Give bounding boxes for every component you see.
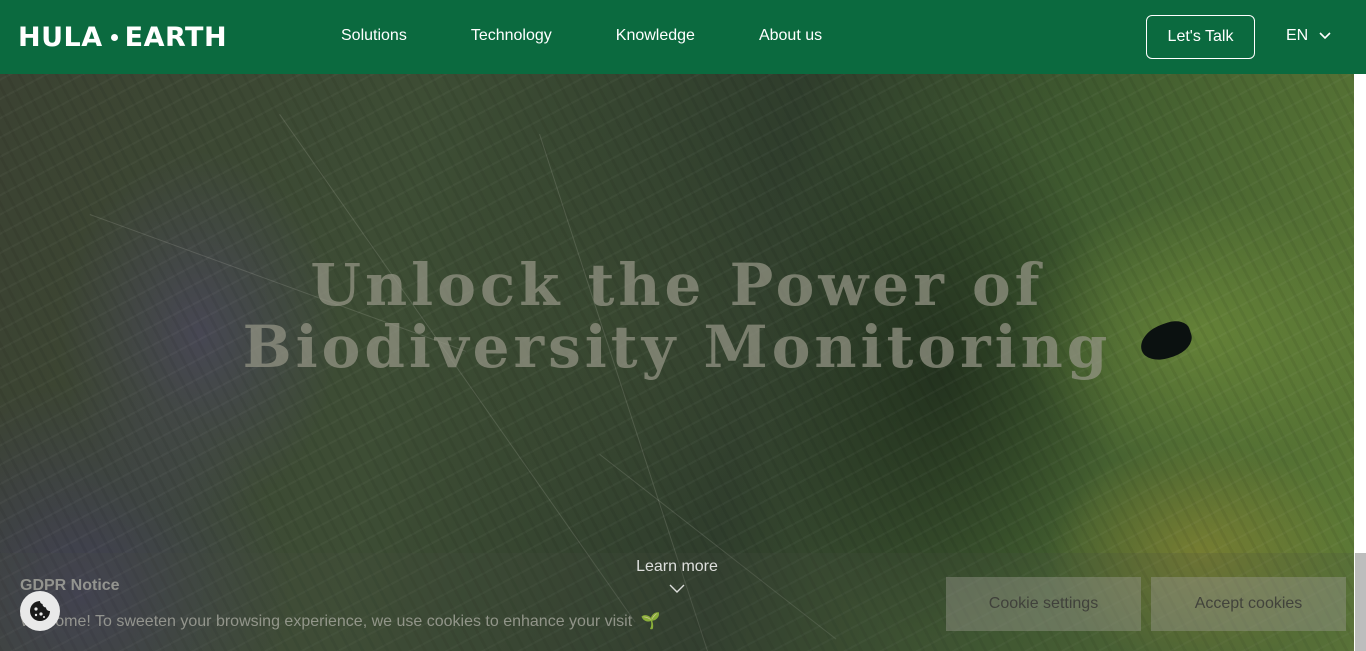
language-label: EN	[1286, 27, 1309, 44]
scrollbar-thumb[interactable]	[1355, 553, 1366, 651]
hula-earth-logo[interactable]: HULA EARTH	[18, 21, 228, 53]
logo-text-right: EARTH	[124, 21, 228, 53]
logo-dot	[110, 33, 118, 41]
logo-text-left: HULA	[18, 21, 103, 53]
nav-knowledge[interactable]: Knowledge	[616, 27, 695, 45]
gdpr-banner: GDPR Notice Welcome! To sweeten your bro…	[0, 553, 1366, 651]
cookie-icon	[30, 601, 50, 621]
gdpr-message: Welcome! To sweeten your browsing experi…	[20, 611, 661, 631]
cookie-settings-button[interactable]: Cookie settings	[946, 577, 1141, 631]
language-selector[interactable]: EN	[1286, 27, 1331, 45]
nav-about-us[interactable]: About us	[759, 27, 822, 45]
lets-talk-button[interactable]: Let's Talk	[1146, 15, 1255, 59]
nav-solutions[interactable]: Solutions	[341, 27, 407, 45]
accept-cookies-button[interactable]: Accept cookies	[1151, 577, 1346, 631]
cookie-preferences-button[interactable]	[20, 591, 60, 631]
main-nav: Solutions Technology Knowledge About us	[341, 27, 822, 45]
hero-title: Unlock the Power of Biodiversity Monitor…	[0, 254, 1354, 378]
hero-title-line-1: Unlock the Power of	[310, 251, 1044, 319]
gdpr-message-text: Welcome! To sweeten your browsing experi…	[20, 613, 633, 630]
chevron-down-icon	[1319, 32, 1331, 40]
seedling-icon: 🌱	[640, 613, 661, 630]
nav-technology[interactable]: Technology	[471, 27, 552, 45]
hero-title-line-2: Biodiversity Monitoring	[242, 313, 1112, 381]
site-header: HULA EARTH Solutions Technology Knowledg…	[0, 0, 1366, 74]
page-scrollbar[interactable]	[1354, 74, 1366, 651]
